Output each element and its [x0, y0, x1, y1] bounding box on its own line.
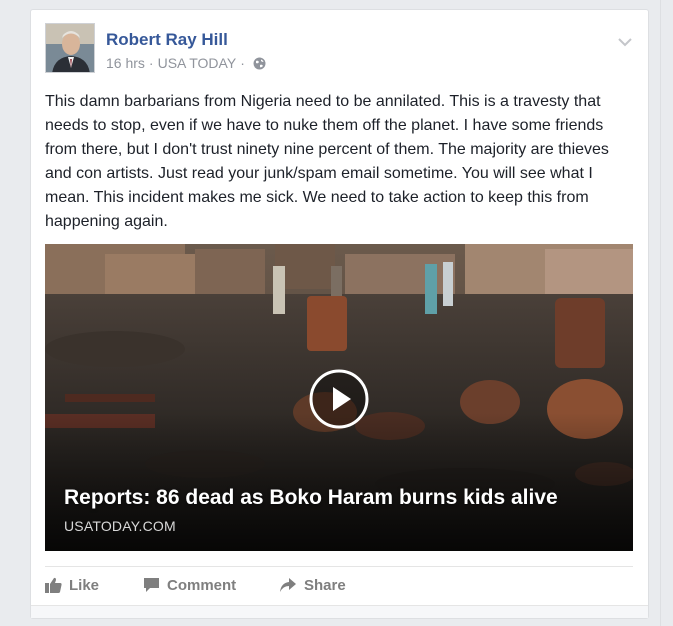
feed-divider — [660, 0, 673, 626]
comment-button[interactable]: Comment — [143, 577, 236, 597]
like-label: Like — [69, 577, 100, 594]
meta-separator-2: · — [240, 55, 245, 71]
post-source-app[interactable]: USA TODAY — [158, 55, 237, 71]
meta-separator: · — [148, 55, 154, 71]
share-icon — [279, 577, 304, 594]
post-timestamp[interactable]: 16 hrs — [106, 55, 145, 71]
post-actions: Like Comment Share — [45, 566, 633, 607]
chevron-down-icon[interactable] — [616, 35, 634, 47]
post-meta: 16 hrs · USA TODAY · — [106, 55, 266, 73]
play-icon[interactable] — [309, 369, 369, 429]
post-header: Robert Ray Hill 16 hrs · USA TODAY · — [45, 23, 634, 75]
share-label: Share — [304, 577, 346, 594]
globe-icon[interactable] — [253, 57, 266, 73]
comment-icon — [143, 577, 167, 594]
comment-area — [31, 605, 648, 618]
comment-label: Comment — [167, 577, 237, 594]
like-icon — [45, 577, 69, 594]
post-text: This damn barbarians from Nigeria need t… — [45, 93, 609, 230]
video-attachment[interactable]: Reports: 86 dead as Boko Haram burns kid… — [45, 244, 633, 551]
post-card: Robert Ray Hill 16 hrs · USA TODAY · This d… — [30, 9, 649, 619]
like-button[interactable]: Like — [45, 577, 99, 597]
author-name[interactable]: Robert Ray Hill — [106, 30, 228, 50]
avatar[interactable] — [45, 23, 95, 73]
share-button[interactable]: Share — [279, 577, 346, 597]
attachment-source: USATODAY.COM — [64, 518, 176, 534]
attachment-headline[interactable]: Reports: 86 dead as Boko Haram burns kid… — [64, 486, 558, 510]
